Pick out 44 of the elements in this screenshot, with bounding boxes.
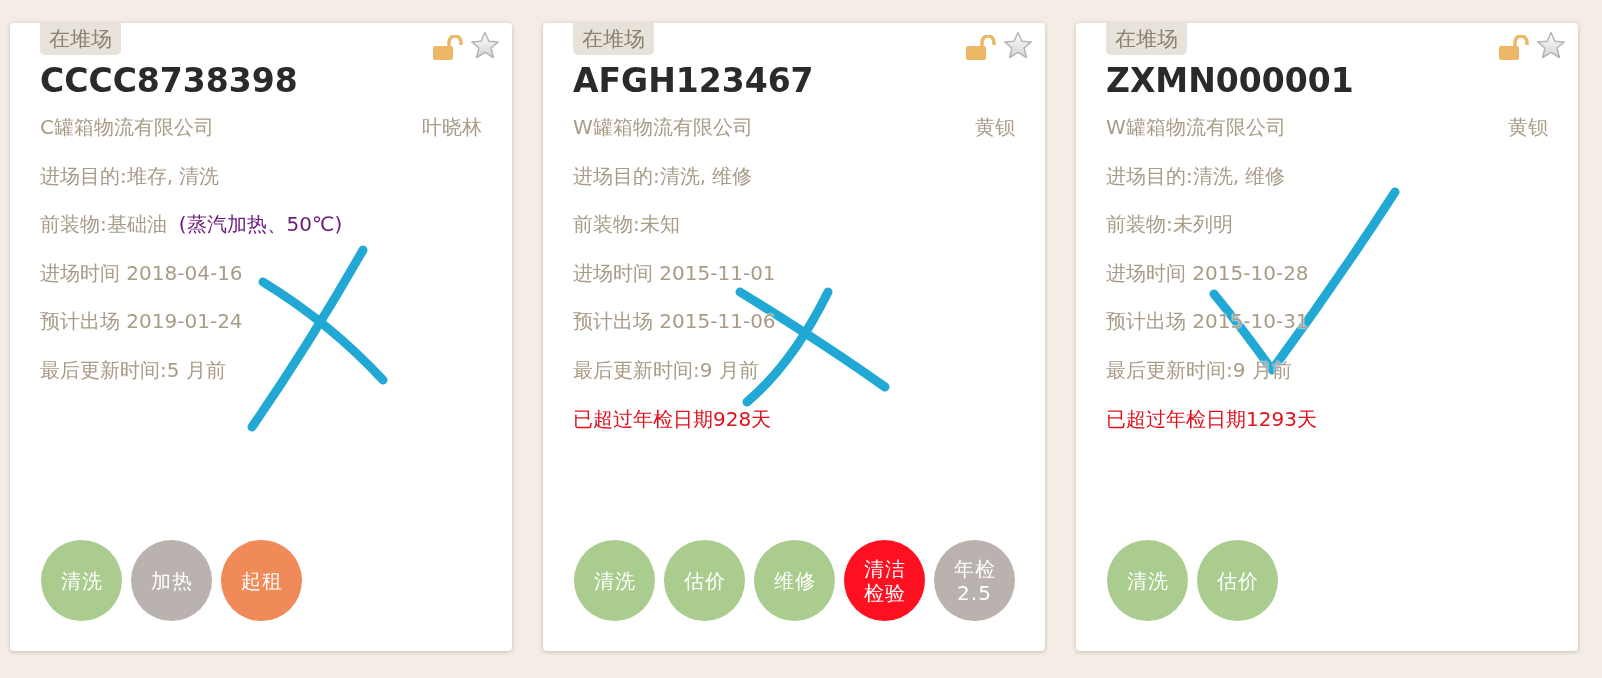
entry-date: 进场时间 2018-04-16 bbox=[40, 259, 243, 287]
company-name: W罐箱物流有限公司 bbox=[573, 114, 753, 141]
cargo-note: (蒸汽加热、50℃) bbox=[178, 211, 343, 239]
star-icon[interactable] bbox=[1003, 31, 1033, 60]
action-button[interactable]: 起租 bbox=[221, 540, 302, 621]
last-updated: 最后更新时间:9 月前 bbox=[573, 356, 759, 384]
status-tag: 在堆场 bbox=[40, 23, 121, 55]
entry-date: 进场时间 2015-11-01 bbox=[573, 259, 776, 287]
star-icon[interactable] bbox=[470, 31, 500, 60]
action-button[interactable]: 年检 2.5 bbox=[934, 540, 1015, 621]
inspection-warning: 已超过年检日期928天 bbox=[573, 405, 772, 433]
contact-name: 黄钡 bbox=[1508, 114, 1548, 141]
action-button[interactable]: 清洗 bbox=[41, 540, 122, 621]
unlock-icon[interactable] bbox=[1499, 35, 1529, 60]
action-button[interactable]: 维修 bbox=[754, 540, 835, 621]
previous-cargo: 前装物:未列明 bbox=[1106, 211, 1233, 239]
previous-cargo: 前装物:未知 bbox=[573, 211, 680, 239]
star-icon[interactable] bbox=[1536, 31, 1566, 60]
expected-exit-date: 预计出场 2015-11-06 bbox=[573, 308, 776, 336]
action-button[interactable]: 加热 bbox=[131, 540, 212, 621]
action-button[interactable]: 清洁检验 bbox=[844, 540, 925, 621]
action-button[interactable]: 清洗 bbox=[1107, 540, 1188, 621]
status-tag: 在堆场 bbox=[1106, 23, 1187, 55]
container-number: CCCC8738398 bbox=[40, 60, 299, 102]
entry-purpose: 进场目的:堆存, 清洗 bbox=[40, 162, 220, 190]
contact-name: 黄钡 bbox=[975, 114, 1015, 141]
company-name: C罐箱物流有限公司 bbox=[40, 114, 214, 141]
action-button[interactable]: 估价 bbox=[1197, 540, 1278, 621]
unlock-icon[interactable] bbox=[433, 35, 463, 60]
previous-cargo: 前装物:基础油 bbox=[40, 211, 167, 239]
entry-date: 进场时间 2015-10-28 bbox=[1106, 259, 1309, 287]
unlock-icon[interactable] bbox=[966, 35, 996, 60]
entry-purpose: 进场目的:清洗, 维修 bbox=[573, 162, 753, 190]
expected-exit-date: 预计出场 2019-01-24 bbox=[40, 308, 243, 336]
contact-name: 叶晓林 bbox=[422, 114, 482, 141]
last-updated: 最后更新时间:5 月前 bbox=[40, 356, 226, 384]
entry-purpose: 进场目的:清洗, 维修 bbox=[1106, 162, 1286, 190]
container-number: AFGH123467 bbox=[573, 60, 815, 102]
action-button[interactable]: 清洗 bbox=[574, 540, 655, 621]
action-button[interactable]: 估价 bbox=[664, 540, 745, 621]
container-number: ZXMN000001 bbox=[1106, 60, 1355, 102]
status-tag: 在堆场 bbox=[573, 23, 654, 55]
company-name: W罐箱物流有限公司 bbox=[1106, 114, 1286, 141]
inspection-warning: 已超过年检日期1293天 bbox=[1106, 405, 1317, 433]
